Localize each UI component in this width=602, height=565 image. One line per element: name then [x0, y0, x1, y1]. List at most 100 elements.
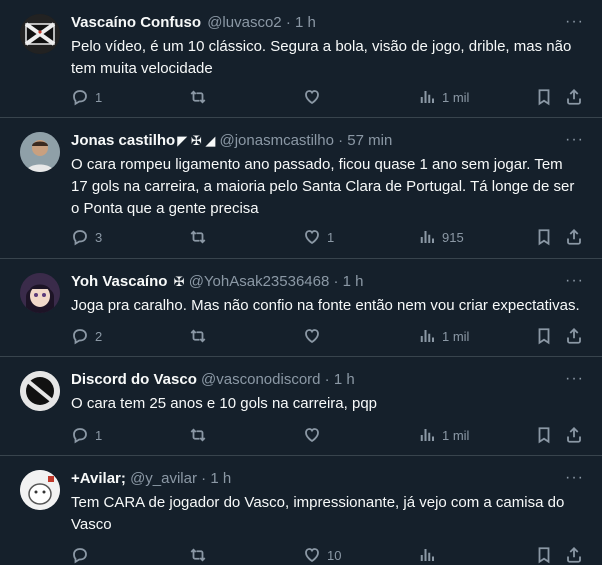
heart-icon — [303, 228, 321, 246]
more-options-icon[interactable]: ··· — [565, 271, 584, 291]
views-button[interactable]: 1 mil — [418, 87, 469, 107]
retweet-button[interactable] — [189, 227, 213, 247]
tweet-text: O cara rompeu ligamento ano passado, fic… — [71, 156, 575, 217]
separator: · — [201, 470, 207, 487]
author-badges: ◤ ✠ ◢ — [177, 133, 216, 148]
more-options-icon[interactable]: ··· — [565, 12, 584, 32]
bookmark-icon — [535, 546, 553, 564]
avatar[interactable] — [20, 132, 60, 172]
avatar[interactable] — [20, 273, 60, 313]
like-button[interactable] — [303, 87, 327, 107]
cartoon-avatar-icon — [20, 470, 60, 510]
avatar[interactable] — [20, 14, 60, 54]
like-button[interactable]: 1 — [303, 227, 334, 247]
views-button[interactable]: 915 — [418, 227, 464, 247]
author-handle[interactable]: @YohAsak23536468 — [189, 273, 330, 290]
retweet-button[interactable] — [189, 326, 213, 346]
tweet[interactable]: +Avilar; @y_avilar · 1 h ··· Tem CARA de… — [0, 456, 602, 556]
share-icon — [565, 426, 583, 444]
share-icon — [565, 327, 583, 345]
more-options-icon[interactable]: ··· — [565, 369, 584, 389]
avatar[interactable] — [20, 371, 60, 411]
reply-button[interactable]: 1 — [71, 425, 102, 445]
more-options-icon[interactable]: ··· — [565, 468, 584, 488]
author-name[interactable]: Vascaíno Confuso — [71, 14, 201, 31]
like-button[interactable]: 10 — [303, 545, 341, 565]
bookmark-icon — [535, 327, 553, 345]
tweet-header: Discord do Vasco @vasconodiscord · 1 h — [71, 370, 355, 390]
reply-button[interactable]: 2 — [71, 326, 102, 346]
vasco-crest-avatar-icon — [20, 371, 60, 411]
author-handle[interactable]: @y_avilar — [130, 470, 197, 487]
heart-icon — [303, 546, 321, 564]
timestamp[interactable]: 1 h — [210, 470, 231, 487]
author-handle[interactable]: @luvasco2 — [207, 14, 281, 31]
timestamp[interactable]: 1 h — [343, 273, 364, 290]
share-button[interactable] — [565, 425, 583, 445]
timestamp[interactable]: 1 h — [295, 14, 316, 31]
tweet[interactable]: Vascaíno Confuso @luvasco2 · 1 h ··· Pel… — [0, 0, 602, 118]
author-handle[interactable]: @vasconodiscord — [201, 371, 320, 388]
bookmark-button[interactable] — [535, 326, 553, 346]
tweet-text: Joga pra caralho. Mas não confio na font… — [71, 297, 580, 314]
reply-button[interactable]: 3 — [71, 227, 102, 247]
share-button[interactable] — [565, 326, 583, 346]
more-options-icon[interactable]: ··· — [565, 130, 584, 150]
retweet-icon — [189, 546, 207, 564]
reply-button[interactable] — [71, 545, 95, 565]
reply-count: 2 — [95, 328, 103, 344]
like-button[interactable] — [303, 326, 327, 346]
like-button[interactable] — [303, 425, 327, 445]
tweet[interactable]: Discord do Vasco @vasconodiscord · 1 h ·… — [0, 357, 602, 456]
retweet-icon — [189, 88, 207, 106]
author-name[interactable]: Discord do Vasco — [71, 371, 197, 388]
share-button[interactable] — [565, 545, 583, 565]
retweet-button[interactable] — [189, 425, 213, 445]
tweet[interactable]: Yoh Vascaíno ✠ @YohAsak23536468 · 1 h ··… — [0, 259, 602, 357]
views-button[interactable]: 1 mil — [418, 326, 469, 346]
bookmark-button[interactable] — [535, 545, 553, 565]
tweet-header: Yoh Vascaíno ✠ @YohAsak23536468 · 1 h — [71, 272, 364, 292]
heart-icon — [303, 426, 321, 444]
author-name[interactable]: Jonas castilho — [71, 132, 175, 149]
bookmark-button[interactable] — [535, 227, 553, 247]
author-name[interactable]: +Avilar; — [71, 470, 126, 487]
like-count: 1 — [327, 229, 335, 245]
tweet-header: Vascaíno Confuso @luvasco2 · 1 h — [71, 13, 316, 33]
retweet-icon — [189, 327, 207, 345]
views-button[interactable] — [418, 545, 442, 565]
retweet-button[interactable] — [189, 545, 213, 565]
timestamp[interactable]: 1 h — [334, 371, 355, 388]
reply-count: 1 — [95, 427, 103, 443]
author-handle[interactable]: @jonasmcastilho — [220, 132, 334, 149]
author-badges: ✠ — [173, 274, 185, 289]
heart-icon — [303, 88, 321, 106]
tweet[interactable]: Jonas castilho ◤ ✠ ◢ @jonasmcastilho · 57… — [0, 118, 602, 259]
person-photo-avatar-icon — [20, 132, 60, 172]
reply-count: 3 — [95, 229, 103, 245]
timestamp[interactable]: 57 min — [347, 132, 392, 149]
bookmark-button[interactable] — [535, 425, 553, 445]
tweet-text: Pelo vídeo, é um 10 clássico. Segura a b… — [71, 38, 572, 77]
tweet-actions: 2 1 mil — [71, 326, 583, 346]
author-name[interactable]: Yoh Vascaíno — [71, 273, 167, 290]
reply-icon — [71, 426, 89, 444]
separator: · — [333, 273, 339, 290]
bookmark-icon — [535, 88, 553, 106]
views-button[interactable]: 1 mil — [418, 425, 469, 445]
share-button[interactable] — [565, 87, 583, 107]
views-chart-icon — [418, 228, 436, 246]
reply-icon — [71, 88, 89, 106]
share-icon — [565, 228, 583, 246]
avatar[interactable] — [20, 470, 60, 510]
bookmark-button[interactable] — [535, 87, 553, 107]
tweet-actions: 1 1 mil — [71, 87, 583, 107]
anime-character-avatar-icon — [20, 273, 60, 313]
retweet-button[interactable] — [189, 87, 213, 107]
reply-button[interactable]: 1 — [71, 87, 102, 107]
share-button[interactable] — [565, 227, 583, 247]
heart-icon — [303, 327, 321, 345]
views-chart-icon — [418, 426, 436, 444]
retweet-icon — [189, 426, 207, 444]
views-chart-icon — [418, 327, 436, 345]
